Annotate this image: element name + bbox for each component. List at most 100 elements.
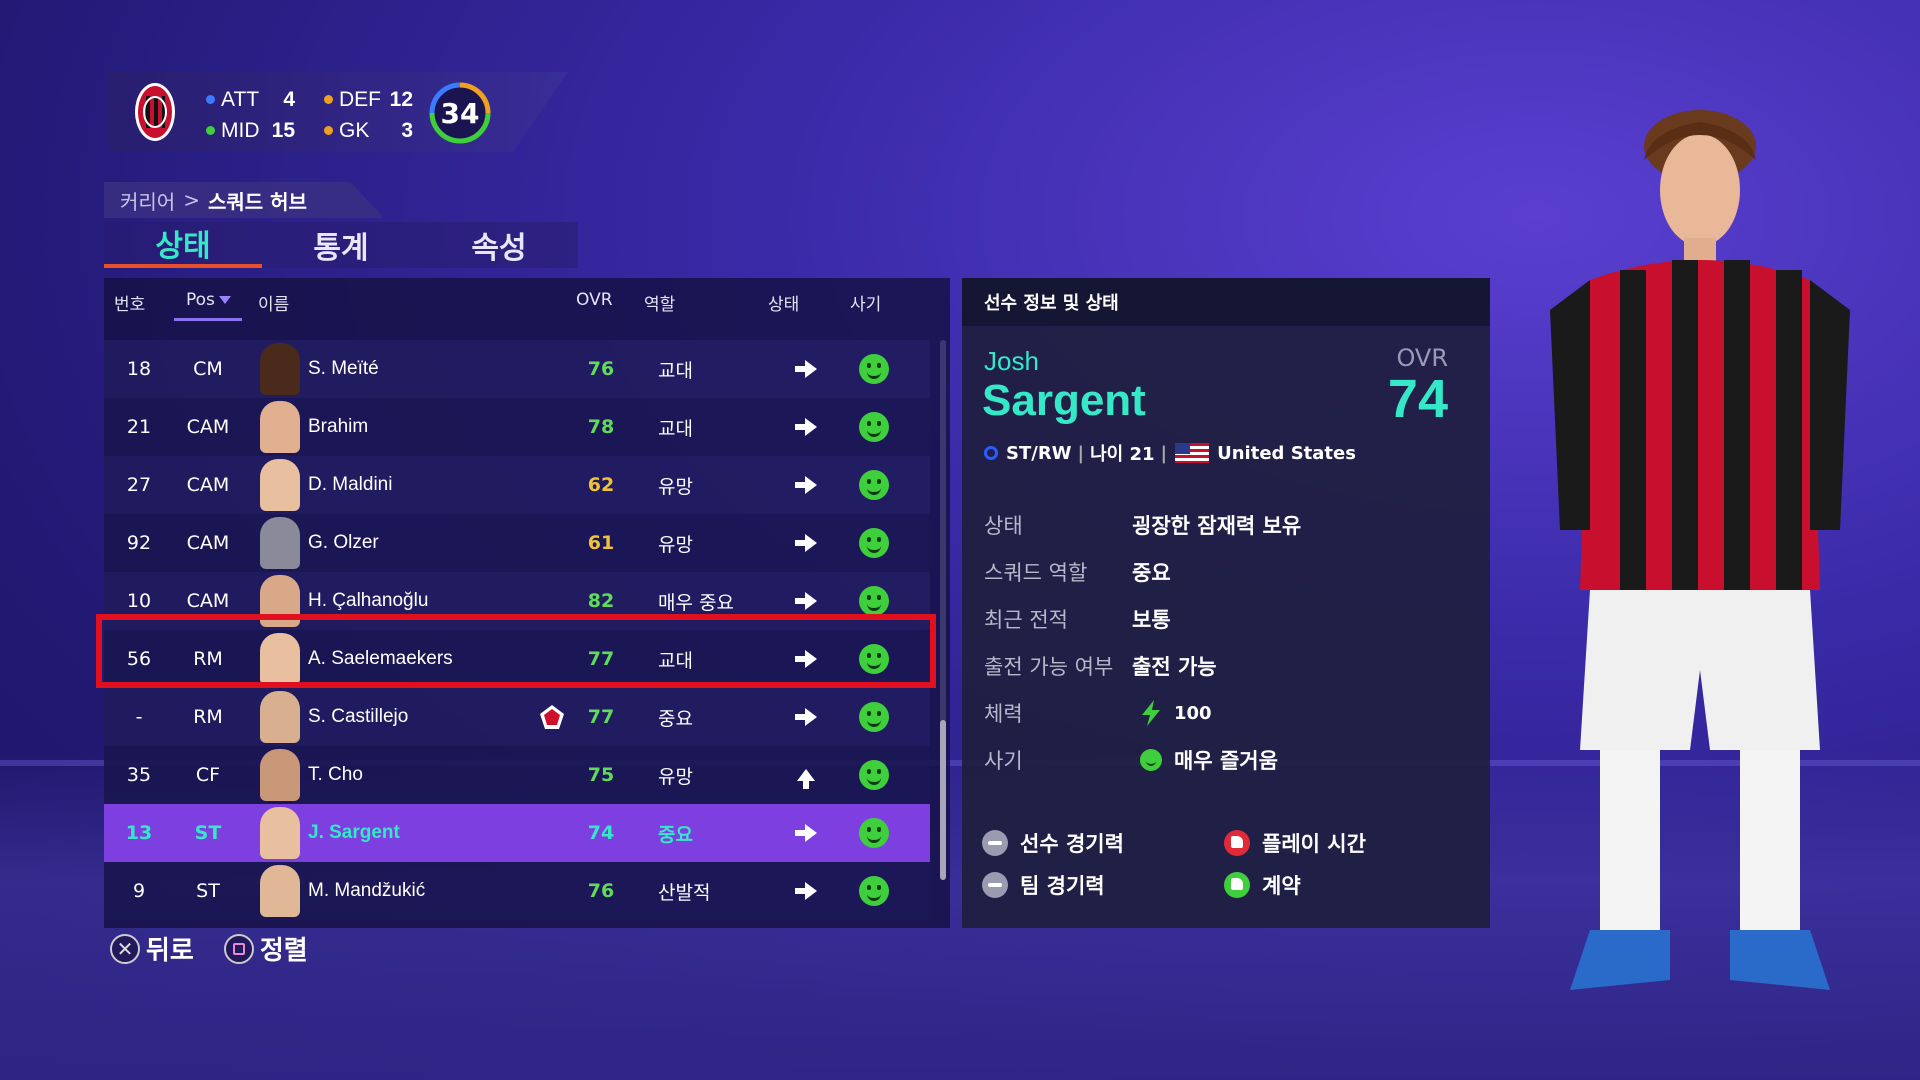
player-role: 교대 [658, 649, 693, 672]
table-row[interactable]: 10 CAM H. Çalhanoğlu 82 매우 중요 [104, 572, 930, 630]
player-name: M. Mandžukić [308, 880, 426, 901]
player-number: 9 [132, 880, 146, 902]
header-morale[interactable]: 사기 [850, 290, 881, 315]
neutral-minus-icon [982, 872, 1008, 898]
arrow-right-icon [795, 592, 817, 610]
info-key: 사기 [984, 749, 1023, 773]
info-key: 출전 가능 여부 [984, 655, 1114, 679]
position-dot-icon [984, 446, 998, 460]
player-name: S. Meïté [308, 358, 379, 379]
header-ovr[interactable]: OVR [576, 290, 613, 310]
player-ovr: 77 [587, 706, 615, 728]
player-number: 10 [126, 590, 152, 612]
factor-label: 플레이 시간 [1262, 832, 1366, 856]
player-position: ST [196, 880, 220, 902]
player-ovr: 76 [587, 358, 615, 380]
player-render [1550, 110, 1850, 990]
sort-hint[interactable]: 정렬 [223, 930, 308, 967]
tab-attributes[interactable]: 속성 [420, 222, 578, 268]
player-role: 교대 [658, 417, 693, 440]
player-age: 나이 21 [1090, 444, 1155, 465]
info-key: 체력 [984, 702, 1023, 726]
player-number: 18 [126, 358, 152, 380]
player-face-icon [260, 633, 300, 685]
arrow-right-icon [795, 534, 817, 552]
mid-dot-icon [206, 126, 215, 135]
header-number[interactable]: 번호 [114, 290, 145, 315]
table-row[interactable]: 56 RM A. Saelemaekers 77 교대 [104, 630, 930, 688]
arrow-right-icon [795, 650, 817, 668]
player-name: J. Sargent [308, 822, 400, 843]
player-role: 매우 중요 [658, 591, 734, 614]
back-hint[interactable]: ✕ 뒤로 [110, 930, 194, 967]
arrow-right-icon [795, 708, 817, 726]
player-meta: ST/RW | 나이 21 | United States [984, 440, 1356, 466]
scroll-thumb[interactable] [940, 720, 946, 880]
header-role[interactable]: 역할 [644, 290, 675, 315]
header-pos[interactable]: Pos [186, 290, 231, 310]
breadcrumb-root[interactable]: 커리어 [120, 186, 175, 215]
player-face-icon [260, 459, 300, 511]
arrow-right-icon [795, 824, 817, 842]
player-name: D. Maldini [308, 474, 393, 495]
player-table: 번호 Pos 이름 OVR 역할 상태 사기 18 CM S. Meïté 76 교대 2… [104, 278, 950, 928]
def-label: DEF [339, 87, 381, 111]
player-number: - [135, 706, 143, 728]
player-position: CAM [186, 532, 230, 554]
scrollbar[interactable] [940, 340, 946, 880]
breadcrumb-current: 스쿼드 허브 [207, 189, 307, 214]
header-status[interactable]: 상태 [768, 290, 799, 315]
table-row[interactable]: 13 ST J. Sargent 74 중요 [104, 804, 930, 862]
table-row[interactable]: - RM S. Castillejo 77 중요 [104, 688, 930, 746]
gk-label: GK [339, 118, 370, 142]
factor-label: 선수 경기력 [1020, 832, 1124, 856]
player-face-icon [260, 575, 300, 627]
player-position: CAM [186, 416, 230, 438]
header-name[interactable]: 이름 [258, 290, 289, 315]
cross-button-icon: ✕ [110, 933, 140, 964]
info-row-squad-role: 스쿼드 역할 중요 [984, 555, 1171, 589]
info-value: 중요 [1132, 561, 1171, 585]
factor-playing-time: 플레이 시간 [1224, 828, 1366, 858]
player-position: RM [193, 706, 223, 728]
att-count: 4 [283, 87, 295, 111]
happy-face-icon [859, 818, 889, 848]
att-label: ATT [221, 87, 260, 111]
table-row[interactable]: 9 ST M. Mandžukić 76 산발적 [104, 862, 930, 920]
player-position: CM [193, 358, 223, 380]
player-role: 유망 [658, 765, 693, 788]
happy-face-icon [859, 528, 889, 558]
table-header: 번호 Pos 이름 OVR 역할 상태 사기 [104, 278, 950, 324]
morale-value: 매우 즐거움 [1174, 749, 1278, 773]
tab-status[interactable]: 상태 [104, 222, 262, 268]
info-value: 굉장한 잠재력 보유 [1132, 514, 1302, 538]
us-flag-icon [1175, 443, 1210, 463]
def-count: 12 [389, 87, 413, 111]
table-row[interactable]: 21 CAM Brahim 78 교대 [104, 398, 930, 456]
happy-face-icon [859, 702, 889, 732]
arrow-up-icon [797, 769, 815, 789]
info-key: 최근 전적 [984, 608, 1068, 632]
tab-stats[interactable]: 통계 [262, 222, 420, 268]
player-name: H. Çalhanoğlu [308, 590, 429, 611]
player-face-icon [260, 807, 300, 859]
thumbs-up-icon [1224, 872, 1250, 898]
arrow-right-icon [795, 360, 817, 378]
info-row-morale: 사기 매우 즐거움 [984, 743, 1278, 777]
player-number: 27 [126, 474, 152, 496]
happy-face-icon [859, 644, 889, 674]
player-role: 교대 [658, 359, 693, 382]
table-row[interactable]: 27 CAM D. Maldini 62 유망 [104, 456, 930, 514]
player-face-icon [260, 865, 300, 917]
table-row[interactable]: 35 CF T. Cho 75 유망 [104, 746, 930, 804]
player-face-icon [260, 517, 300, 569]
player-role: 중요 [658, 823, 693, 846]
table-row[interactable]: 92 CAM G. Olzer 61 유망 [104, 514, 930, 572]
header-pos-label: Pos [186, 290, 215, 310]
gk-count: 3 [401, 118, 413, 142]
loan-club-badge-icon [540, 705, 564, 729]
sort-label: 정렬 [259, 936, 308, 966]
player-face-icon [260, 343, 300, 395]
table-row[interactable]: 18 CM S. Meïté 76 교대 [104, 340, 930, 398]
happy-face-icon [859, 760, 889, 790]
